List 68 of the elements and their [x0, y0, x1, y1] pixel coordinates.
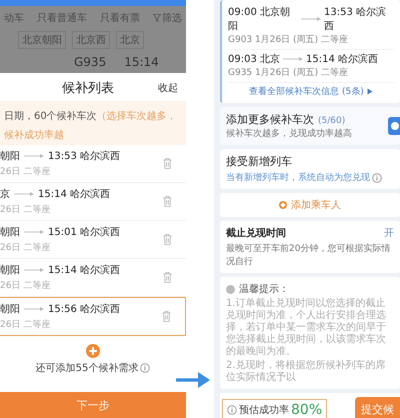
trash-icon	[163, 158, 172, 169]
card-title: 截止兑现时间	[226, 226, 286, 240]
info-icon	[227, 404, 237, 414]
waitlist-item[interactable]: 京 15:14 哈尔滨西 26日 二等座	[0, 183, 186, 221]
next-button[interactable]: 下一步	[0, 392, 186, 418]
train-detail: 26日 二等座	[0, 204, 52, 216]
add-train-button[interactable]	[388, 117, 400, 135]
waitlist-item[interactable]: 朝阳 15:14 哈尔滨西 26日 二等座	[0, 259, 186, 297]
card-subtitle: 当有新增列车时，系统自动为您兑现	[226, 172, 370, 184]
tip-paragraph: 1.订单截止兑现时间以您选择的截止兑现时间为准，个人出行安排合理选择，若订单中某一需求车次的间早于您选择截止兑现时间，以该需求车次的最晚间为准。	[226, 298, 387, 358]
arrival-info: 15:14 哈尔滨西	[48, 264, 120, 277]
departure-time: 15:14	[124, 55, 159, 69]
rate-value: 80%	[291, 402, 322, 418]
filter-option[interactable]: 只看有票	[100, 11, 140, 25]
view-all-link[interactable]: 查看全部候补车次信息 (5条)	[249, 85, 364, 98]
station-chip[interactable]: 北京西	[72, 31, 110, 49]
train-number: G935	[74, 55, 106, 69]
trash-icon	[163, 234, 172, 245]
arrival-info: 13:53 哈尔滨西	[48, 150, 120, 163]
play-icon	[366, 88, 373, 95]
train-count: (5/60)	[318, 116, 346, 126]
waitlist-item[interactable]: 朝阳 15:01 哈尔滨西 26日 二等座	[0, 221, 186, 259]
train-detail: 26日 二等座	[0, 166, 52, 178]
card-title: 接受新增列车	[226, 154, 293, 169]
card-title: 添加更多候补车次	[226, 112, 314, 127]
collapse-link[interactable]: 收起	[158, 81, 178, 95]
deadline-option[interactable]: 开	[384, 226, 394, 240]
train-detail: 26日 二等座	[0, 280, 52, 292]
sheet-title: 候补列表	[62, 80, 114, 97]
filter-option[interactable]: 只看普通车	[37, 11, 87, 25]
submit-button[interactable]: 提交候	[355, 397, 400, 418]
station-chip[interactable]: 北京朝阳	[18, 31, 66, 49]
card-subtitle: 最晚可至开车前20分钟，您可根据实际情况自行	[226, 242, 392, 268]
waitlist-item[interactable]: 朝阳 15:56 哈尔滨西 26日 二等座	[0, 297, 186, 336]
arrival-info: 13:53 哈尔滨西	[324, 6, 387, 33]
arrival-info: 15:01 哈尔滨西	[48, 226, 120, 239]
add-hint-text: 还可添加55个候补需求	[36, 362, 138, 375]
departure-info: 09:03 北京	[228, 52, 280, 66]
departure-station: 朝阳	[0, 302, 20, 316]
trash-icon	[163, 196, 172, 207]
card-subtitle: 候补车次越多，兑现成功率越高	[226, 128, 352, 140]
tip-paragraph: 2.兑现时，将根据您所候补列车的席位实际情况予以	[226, 360, 387, 384]
filter-button[interactable]: 筛选	[153, 11, 182, 25]
filter-option[interactable]: 动车	[4, 11, 24, 25]
right-arrow-icon	[176, 372, 210, 388]
departure-info: 09:00 北京朝阳	[228, 6, 291, 33]
waitlist-item[interactable]: 朝阳 13:53 哈尔滨西 26日 二等座	[0, 145, 186, 183]
funnel-icon	[153, 14, 161, 22]
help-icon	[140, 363, 150, 373]
train-detail: G935 1月26日 (周五) 二等座	[228, 66, 349, 79]
tips-title: 温馨提示：	[239, 282, 289, 296]
departure-station: 朝阳	[0, 264, 20, 277]
station-chip[interactable]: 北京	[116, 31, 144, 49]
departure-station: 朝阳	[0, 150, 20, 163]
train-detail: 26日 二等座	[0, 242, 52, 254]
departure-station: 京	[0, 188, 10, 201]
train-detail: 26日 二等座	[0, 318, 52, 331]
trash-icon	[162, 311, 171, 322]
departure-station: 朝阳	[0, 226, 20, 239]
arrival-info: 15:14 哈尔滨西	[306, 52, 378, 66]
help-icon	[372, 172, 382, 182]
bulb-icon	[226, 284, 235, 294]
notice-text: 日期，60个候补车次（选择车次越多，候补成功率越	[4, 111, 177, 141]
train-detail: G903 1月26日 (周五) 二等座	[228, 34, 349, 46]
rate-label: 预估成功率	[239, 404, 289, 416]
arrival-info: 15:14 哈尔滨西	[38, 188, 110, 201]
arrival-info: 15:56 哈尔滨西	[48, 302, 120, 316]
trash-icon	[163, 272, 172, 283]
